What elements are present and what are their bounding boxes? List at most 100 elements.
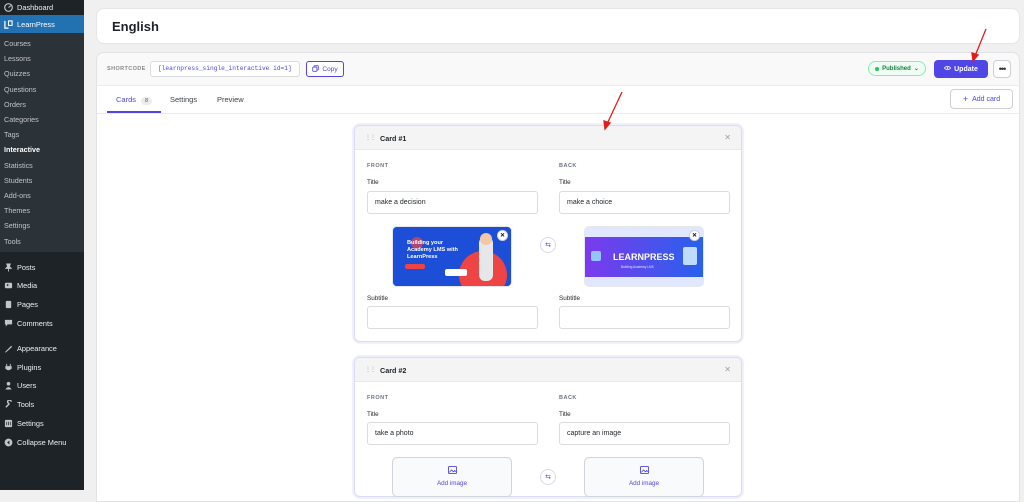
sidebar-secondary-menu: Appearance Plugins Users Tools Settings Colla… xyxy=(0,339,84,452)
update-button[interactable]: Update xyxy=(934,60,988,78)
drag-handle-icon[interactable]: ⋮⋮ xyxy=(365,366,376,373)
swap-icon[interactable]: ⇆ xyxy=(540,237,556,253)
sidebar-subitem-questions[interactable]: Questions xyxy=(0,82,84,97)
tools-icon xyxy=(3,400,13,410)
sidebar-subitem-interactive[interactable]: Interactive xyxy=(0,142,84,157)
sidebar-item-label: LearnPress xyxy=(17,19,55,29)
sidebar-item-appearance[interactable]: Appearance xyxy=(0,339,84,358)
add-image-button[interactable]: Add image xyxy=(584,457,704,497)
sidebar-subitem-settings[interactable]: Settings xyxy=(0,218,84,233)
svg-text:LEARNPRESS: LEARNPRESS xyxy=(613,252,675,262)
plugins-icon xyxy=(3,362,13,372)
chevron-down-icon: ⌄ xyxy=(913,66,919,72)
comments-icon xyxy=(3,318,13,328)
pages-icon xyxy=(3,300,13,310)
learnpress-submenu: Courses Lessons Quizzes Questions Orders Cate… xyxy=(0,33,84,252)
copy-label: Copy xyxy=(322,65,338,73)
sidebar-subitem-tools[interactable]: Tools xyxy=(0,233,84,248)
cards-count-badge: 8 xyxy=(141,97,153,105)
close-icon[interactable]: ✕ xyxy=(724,365,731,374)
front-subtitle-input[interactable] xyxy=(367,306,538,329)
add-card-label: Add card xyxy=(972,95,1001,103)
sidebar-item-label: Pages xyxy=(17,300,38,310)
status-dropdown[interactable]: Published ⌄ xyxy=(868,61,926,76)
title-card: English xyxy=(96,8,1020,44)
front-title-input[interactable]: make a decision xyxy=(367,191,538,214)
sidebar-item-label: Posts xyxy=(17,262,36,272)
close-icon[interactable]: ✕ xyxy=(724,133,731,142)
sidebar-item-tools[interactable]: Tools xyxy=(0,395,84,414)
tab-cards[interactable]: Cards 8 xyxy=(116,95,153,105)
front-title-label: Title xyxy=(367,411,379,418)
tab-preview[interactable]: Preview xyxy=(217,95,244,104)
back-title-input[interactable]: capture an image xyxy=(559,422,730,445)
back-title-input[interactable]: make a choice xyxy=(559,191,730,214)
shortcode-label: SHORTCODE xyxy=(107,66,146,72)
sidebar-subitem-courses[interactable]: Courses xyxy=(0,36,84,51)
dashboard-icon xyxy=(3,3,13,13)
image-icon xyxy=(447,466,457,476)
sidebar-subitem-lessons[interactable]: Lessons xyxy=(0,51,84,66)
sidebar-item-label: Comments xyxy=(17,318,53,328)
sidebar-subitem-statistics[interactable]: Statistics xyxy=(0,158,84,173)
sidebar-item-settings[interactable]: Settings xyxy=(0,414,84,433)
drag-handle-icon[interactable]: ⋮⋮ xyxy=(365,134,376,141)
card-header: ⋮⋮ Card #1 ✕ xyxy=(355,126,741,150)
front-image[interactable]: Building your Academy LMS with LearnPres… xyxy=(392,226,512,287)
sidebar-item-label: Users xyxy=(17,381,37,391)
sidebar-item-collapse-menu[interactable]: Collapse Menu xyxy=(0,433,84,452)
editor-toolbar: SHORTCODE [learnpress_single_interactive… xyxy=(97,53,1019,86)
status-dot-icon xyxy=(875,66,880,71)
sidebar-item-users[interactable]: Users xyxy=(0,376,84,395)
media-icon xyxy=(3,281,13,291)
sidebar-subitem-themes[interactable]: Themes xyxy=(0,203,84,218)
appearance-icon xyxy=(3,343,13,353)
card-1: ⋮⋮ Card #1 ✕ FRONT Title make a decision… xyxy=(354,125,742,342)
back-image[interactable]: LEARNPRESS Building Academy LMS ✕ xyxy=(584,226,704,287)
add-image-label: Add image xyxy=(436,480,468,487)
tab-settings[interactable]: Settings xyxy=(170,95,197,104)
sidebar-item-media[interactable]: Media xyxy=(0,276,84,295)
card-2: ⋮⋮ Card #2 ✕ FRONT Title take a photo Ad… xyxy=(354,357,742,497)
sidebar-subitem-quizzes[interactable]: Quizzes xyxy=(0,66,84,81)
sidebar-main-menu: Posts Media Pages Comments xyxy=(0,258,84,333)
eye-icon xyxy=(944,65,952,73)
svg-text:Building Academy LMS: Building Academy LMS xyxy=(621,265,654,269)
sidebar-item-label: Plugins xyxy=(17,362,42,372)
sidebar-item-dashboard[interactable]: Dashboard xyxy=(0,0,84,15)
front-subtitle-label: Subtitle xyxy=(367,295,389,302)
front-title-input[interactable]: take a photo xyxy=(367,422,538,445)
sidebar-item-comments[interactable]: Comments xyxy=(0,314,84,333)
remove-image-icon[interactable]: ✕ xyxy=(497,230,508,241)
settings-icon xyxy=(3,418,13,428)
page-title[interactable]: English xyxy=(112,19,159,34)
remove-image-icon[interactable]: ✕ xyxy=(689,230,700,241)
back-title-label: Title xyxy=(559,411,571,418)
card-back-column: BACK Title capture an image Add image xyxy=(559,395,731,497)
more-options-button[interactable]: ••• xyxy=(993,60,1011,78)
sidebar-item-plugins[interactable]: Plugins xyxy=(0,358,84,377)
users-icon xyxy=(3,381,13,391)
add-card-button[interactable]: + Add card xyxy=(950,89,1013,109)
more-icon: ••• xyxy=(998,64,1007,74)
sidebar-subitem-tags[interactable]: Tags xyxy=(0,127,84,142)
front-label: FRONT xyxy=(367,163,389,169)
sidebar-subitem-orders[interactable]: Orders xyxy=(0,97,84,112)
back-subtitle-input[interactable] xyxy=(559,306,730,329)
copy-button[interactable]: Copy xyxy=(306,61,344,77)
sidebar-item-learnpress[interactable]: LearnPress xyxy=(0,15,84,33)
swap-icon[interactable]: ⇆ xyxy=(540,469,556,485)
sidebar-subitem-categories[interactable]: Categories xyxy=(0,112,84,127)
sidebar-item-pages[interactable]: Pages xyxy=(0,295,84,314)
learnpress-icon xyxy=(3,19,13,29)
sidebar-item-posts[interactable]: Posts xyxy=(0,258,84,277)
back-subtitle-label: Subtitle xyxy=(559,295,581,302)
add-image-button[interactable]: Add image xyxy=(392,457,512,497)
add-image-label: Add image xyxy=(628,480,660,487)
shortcode-field[interactable]: [learnpress_single_interactive id=1] xyxy=(150,61,300,77)
sidebar-item-label: Tools xyxy=(17,400,35,410)
back-label: BACK xyxy=(559,163,577,169)
sidebar-subitem-add-ons[interactable]: Add-ons xyxy=(0,188,84,203)
sidebar-subitem-students[interactable]: Students xyxy=(0,173,84,188)
back-label: BACK xyxy=(559,395,577,401)
